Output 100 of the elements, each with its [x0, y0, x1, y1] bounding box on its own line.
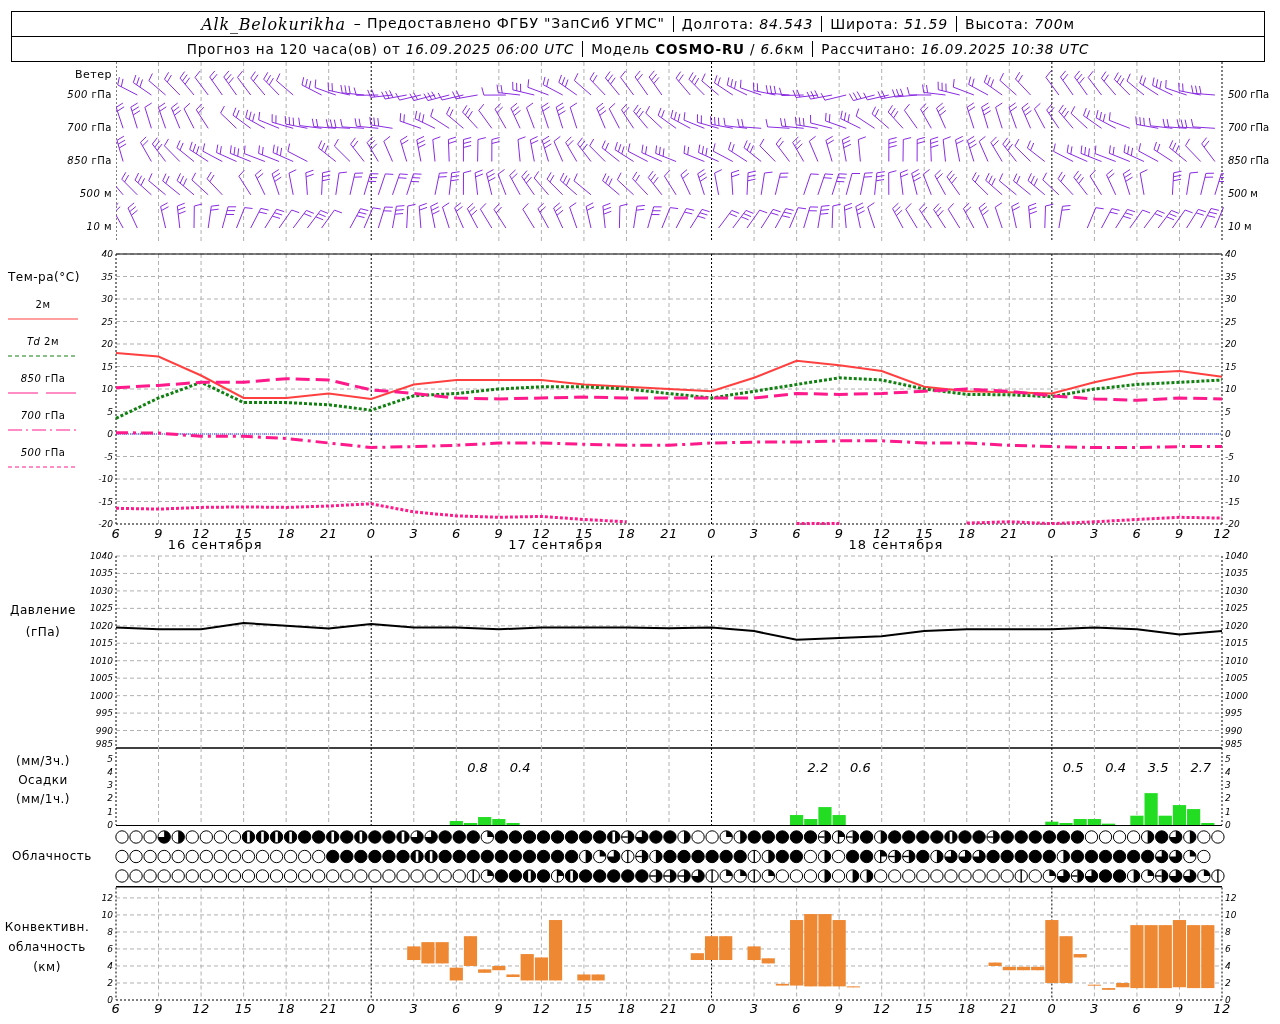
axis-tick-label: 1020: [1225, 620, 1248, 631]
axis-tick-label: 0: [1225, 995, 1231, 1005]
axis-tick-label: 1040: [90, 551, 113, 561]
legend-label: 850 гПа: [20, 372, 66, 385]
precipitation-total: 0.4: [509, 760, 531, 775]
header-field: Широта: 51.59: [821, 16, 957, 32]
axis-tick-label: -10: [98, 474, 113, 484]
axis-tick-label: 3: [1090, 526, 1099, 541]
axis-label: облачность: [8, 940, 86, 954]
axis-tick-label: 0: [707, 1001, 716, 1016]
axis-tick-label: 9: [154, 526, 163, 541]
axis-tick-label: 18: [277, 526, 295, 541]
axis-tick-label: 1015: [1225, 638, 1248, 649]
legend-label: 2м: [35, 298, 51, 311]
axis-tick-label: 20: [1225, 339, 1237, 349]
precipitation-total: 0.5: [1062, 760, 1084, 775]
axis-tick-label: 1005: [1225, 673, 1248, 684]
axis-tick-label: 9: [154, 1001, 163, 1016]
axis-tick-label: 10: [1225, 909, 1237, 920]
precipitation-total: 2.7: [1190, 760, 1212, 775]
axis-tick-label: 985: [1225, 739, 1243, 749]
axis-tick-label: 15: [234, 1001, 253, 1016]
axis-tick-label: 18: [617, 526, 636, 541]
axis-tick-label: 6: [111, 526, 121, 541]
axis-tick-label: 1: [107, 806, 113, 817]
axis-tick-label: 21: [319, 1001, 338, 1016]
axis-tick-label: 12: [101, 892, 113, 903]
legend-label: Td 2м: [26, 335, 60, 348]
axis-tick-label: 3: [749, 526, 759, 541]
legend-label: 500 гПа: [20, 446, 66, 459]
axis-tick-label: 0: [107, 429, 113, 439]
axis-tick-label: 8: [107, 926, 113, 937]
axis-tick-label: 40: [1225, 249, 1237, 259]
axis-tick-label: 4: [1225, 766, 1231, 777]
axis-tick-label: 1035: [1225, 568, 1248, 579]
axis-tick-label: 1030: [1225, 585, 1248, 596]
axis-tick-label: 18: [958, 526, 976, 541]
axis-label: (мм/3ч.): [15, 754, 71, 768]
axis-tick-label: 25: [101, 316, 113, 327]
level-label: 700 гПа: [1228, 121, 1271, 135]
level-label: 10 м: [1228, 220, 1253, 234]
header-field: Долгота: 84.543: [672, 16, 822, 32]
axis-tick-label: 30: [1225, 294, 1237, 304]
axis-tick-label: 6: [792, 1001, 801, 1016]
axis-tick-label: 0: [107, 820, 113, 830]
axis-tick-label: 18: [277, 1001, 295, 1016]
axis-tick-label: 15: [101, 361, 113, 372]
header-field: Рассчитано: 16.09.2025 10:38 UTC: [812, 41, 1098, 57]
axis-label: (мм/1ч.): [15, 792, 71, 806]
axis-tick-label: 990: [95, 725, 113, 736]
axis-label: Осадки: [18, 773, 68, 787]
axis-tick-label: 3: [1090, 1001, 1099, 1016]
precipitation-total: 3.5: [1147, 760, 1169, 775]
axis-tick-label: 12: [872, 1001, 891, 1016]
axis-tick-label: 40: [101, 249, 113, 259]
axis-tick-label: 10: [1225, 384, 1237, 394]
level-label: 500 гПа: [67, 88, 112, 102]
axis-tick-label: 9: [1175, 526, 1184, 541]
axis-tick-label: 995: [1225, 708, 1243, 719]
axis-tick-label: 12: [192, 1001, 210, 1016]
axis-tick-label: 995: [95, 708, 113, 719]
provider-text: – Предоставлено ФГБУ "ЗапСиб УГМС": [353, 14, 665, 33]
axis-tick-label: 2: [1225, 978, 1231, 988]
axis-tick-label: 985: [95, 739, 113, 749]
axis-tick-label: 12: [872, 526, 891, 541]
axis-tick-label: 1030: [90, 585, 113, 596]
axis-tick-label: 6: [792, 526, 801, 541]
axis-tick-label: 21: [660, 526, 678, 541]
axis-tick-label: 0: [366, 526, 376, 541]
station-name: Alk_Belokurikha: [201, 14, 346, 34]
axis-tick-label: 9: [834, 1001, 844, 1016]
unit-label: (гПа): [25, 625, 61, 639]
axis-tick-label: -5: [1225, 451, 1234, 462]
axis-tick-label: 3: [107, 780, 113, 791]
axis-tick-label: 4: [1225, 960, 1231, 971]
level-label: 500 гПа: [1228, 88, 1271, 102]
axis-tick-label: 15: [575, 1001, 593, 1016]
axis-tick-label: 35: [101, 271, 113, 282]
precipitation-total: 2.2: [807, 760, 829, 775]
axis-tick-label: 1: [1225, 806, 1231, 817]
axis-tick-label: 6: [111, 1001, 121, 1016]
axis-tick-label: 0: [707, 526, 716, 541]
axis-tick-label: 2: [107, 793, 113, 804]
axis-tick-label: -20: [98, 519, 113, 529]
legend-label: 700 гПа: [20, 409, 66, 422]
axis-tick-label: 21: [319, 526, 338, 541]
axis-tick-label: 6: [1225, 943, 1231, 954]
axis-tick-label: 0: [1225, 820, 1231, 830]
wind-title: Ветер: [75, 68, 112, 82]
level-label: 850 гПа: [1228, 154, 1271, 168]
axis-tick-label: 18: [958, 1001, 976, 1016]
axis-tick-label: 1010: [1225, 655, 1248, 666]
precipitation-total: 0.6: [850, 760, 871, 775]
axis-tick-label: 3: [409, 1001, 419, 1016]
axis-tick-label: -15: [98, 496, 113, 507]
precipitation-total: 0.4: [1105, 760, 1126, 775]
axis-tick-label: 21: [1000, 1001, 1019, 1016]
axis-tick-label: 0: [1225, 429, 1231, 439]
axis-tick-label: 3: [749, 1001, 759, 1016]
axis-tick-label: 1025: [1225, 603, 1248, 614]
